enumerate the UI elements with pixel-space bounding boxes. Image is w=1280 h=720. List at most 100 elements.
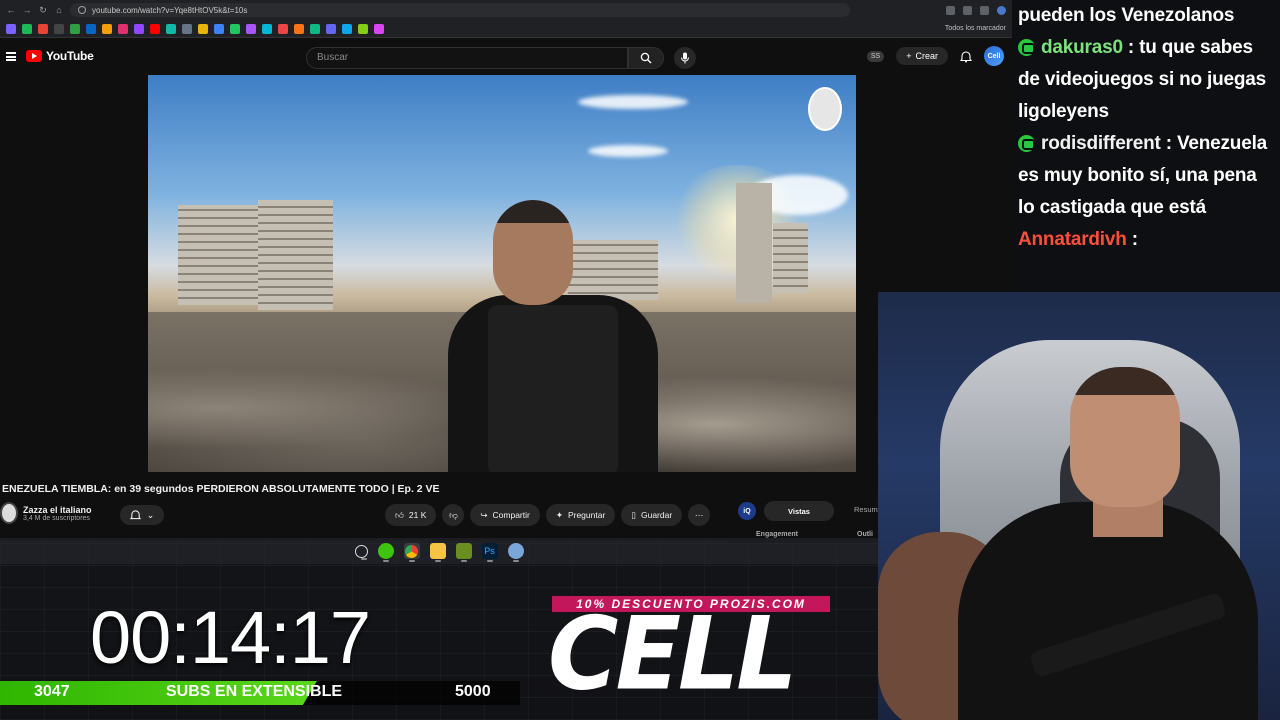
photoshop-taskbar-icon[interactable]: Ps: [481, 543, 498, 562]
bookmark-icon[interactable]: [38, 23, 48, 34]
extension-icon[interactable]: [980, 5, 989, 15]
stream-timer: 00:14:17: [90, 596, 371, 679]
chat-username[interactable]: Annatardivh: [1018, 229, 1132, 250]
outlier-label: Outli: [857, 531, 873, 538]
taskbar-app-icon[interactable]: [507, 543, 524, 562]
address-bar[interactable]: youtube.com/watch?v=Yqe8tHtOV5k&t=10s: [70, 3, 850, 17]
share-icon: ↪: [480, 509, 488, 520]
youtube-logo[interactable]: YouTube: [26, 49, 94, 63]
sparkle-icon: ✦: [555, 509, 563, 520]
channel-avatar[interactable]: [0, 502, 18, 524]
header-actions: SS + Crear Cell: [866, 46, 1004, 66]
create-button[interactable]: + Crear: [896, 47, 948, 65]
chat-badge-icon: [1018, 135, 1035, 153]
voice-search-button[interactable]: [674, 47, 696, 69]
bookmark-icon[interactable]: [374, 23, 384, 34]
extension-icon[interactable]: [963, 5, 972, 15]
subs-label: SUBS EN EXTENSIBLE: [166, 683, 343, 700]
bookmark-icon[interactable]: [214, 23, 224, 34]
bookmark-icon[interactable]: [262, 23, 272, 34]
like-button[interactable]: 👍︎ 21 K: [385, 504, 437, 526]
account-avatar[interactable]: Cell: [984, 46, 1004, 66]
bookmark-icon[interactable]: [342, 23, 352, 34]
bookmark-icon[interactable]: [294, 23, 304, 34]
chat-username[interactable]: rodisdifferent: [1041, 133, 1166, 154]
bookmark-icon[interactable]: [182, 23, 192, 34]
chrome-taskbar-icon[interactable]: [403, 543, 420, 562]
bookmark-icon[interactable]: [54, 23, 64, 34]
site-info-icon[interactable]: [78, 6, 86, 14]
bookmark-icon[interactable]: [6, 23, 16, 34]
bookmark-icon[interactable]: [326, 23, 336, 34]
video-player[interactable]: [148, 75, 856, 472]
video-cloud: [588, 145, 668, 157]
channel-name[interactable]: Zazza el italiano: [23, 505, 92, 515]
channel-watermark: [808, 87, 842, 131]
bell-icon: [129, 510, 141, 520]
back-icon[interactable]: ←: [6, 5, 16, 15]
bookmark-icon[interactable]: [198, 23, 208, 34]
subscription-bell-button[interactable]: ⌄: [120, 505, 164, 525]
streamer-head: [1070, 367, 1180, 507]
subscriber-count: 3,4 M de suscriptores: [23, 514, 90, 522]
bookmark-icon[interactable]: [150, 23, 160, 34]
more-icon: ⋯: [694, 509, 704, 520]
taskbar-app-icon[interactable]: [377, 543, 394, 562]
dislike-button[interactable]: 👎︎: [442, 504, 465, 526]
bookmark-icon[interactable]: [246, 23, 256, 34]
chat-badge-icon: [1018, 39, 1035, 57]
ss-badge[interactable]: SS: [866, 50, 885, 62]
ask-button[interactable]: ✦ Preguntar: [545, 504, 616, 526]
chat-username[interactable]: dakuras0: [1041, 37, 1128, 58]
bookmark-icon[interactable]: [70, 23, 80, 34]
brand-logo: CELL: [548, 595, 797, 713]
search-button[interactable]: [628, 47, 664, 69]
bookmark-icon[interactable]: [118, 23, 128, 34]
search-input[interactable]: Buscar: [306, 47, 628, 69]
taskbar-app-icon[interactable]: [354, 544, 368, 560]
profile-icon[interactable]: [997, 5, 1006, 15]
presenter-vest: [488, 305, 618, 472]
video-building: [773, 223, 808, 293]
folder-taskbar-icon[interactable]: [429, 543, 446, 562]
save-button[interactable]: ▯ Guardar: [621, 504, 683, 526]
all-bookmarks-folder[interactable]: Todos los marcador: [945, 25, 1006, 32]
reload-icon[interactable]: ↻: [38, 5, 48, 15]
stream-chat: pueden los Venezolanos dakuras0 : tu que …: [1012, 0, 1280, 292]
bookmark-icon[interactable]: [134, 23, 144, 34]
extension-icon[interactable]: [946, 5, 955, 15]
create-label: Crear: [915, 51, 938, 61]
webcam-feed: [878, 292, 1280, 720]
bookmark-icon[interactable]: [358, 23, 368, 34]
bookmark-icon[interactable]: [86, 23, 96, 34]
video-title: ENEZUELA TIEMBLA: en 39 segundos PERDIER…: [2, 483, 440, 495]
tab-vistas[interactable]: Vistas: [764, 501, 834, 521]
tab-resumen[interactable]: Resum: [854, 505, 878, 514]
youtube-play-icon: [26, 50, 42, 62]
bookmark-icon[interactable]: [230, 23, 240, 34]
bookmark-icon[interactable]: [278, 23, 288, 34]
menu-icon[interactable]: [6, 51, 16, 61]
taskbar-app-icon[interactable]: [455, 543, 472, 562]
more-actions-button[interactable]: ⋯: [688, 504, 711, 526]
home-icon[interactable]: ⌂: [54, 5, 64, 15]
browser-actions: [946, 5, 1006, 15]
bookmarks-bar: Todos los marcador: [0, 20, 1012, 38]
video-presenter: [448, 200, 668, 472]
bookmark-icon[interactable]: [102, 23, 112, 34]
iq-logo[interactable]: iQ: [738, 502, 756, 520]
chat-message: pueden los Venezolanos: [1018, 0, 1274, 32]
bookmark-icon[interactable]: [310, 23, 320, 34]
forward-icon[interactable]: →: [22, 5, 32, 15]
video-tower: [736, 183, 772, 303]
share-button[interactable]: ↪ Compartir: [470, 504, 540, 526]
notification-bell-icon[interactable]: [960, 50, 972, 63]
channel-info[interactable]: Zazza el italiano 3,4 M de suscriptores: [0, 502, 92, 524]
chat-text: pueden los Venezolanos: [1018, 5, 1235, 26]
video-actions: 👍︎ 21 K 👎︎ ↪ Compartir ✦ Preguntar ▯ Gua…: [385, 504, 711, 526]
video-building: [258, 200, 333, 310]
bookmark-icon[interactable]: [166, 23, 176, 34]
youtube-header: YouTube Buscar SS + Crear Cell: [0, 38, 1012, 74]
subs-current: 3047: [34, 683, 70, 700]
bookmark-icon[interactable]: [22, 23, 32, 34]
